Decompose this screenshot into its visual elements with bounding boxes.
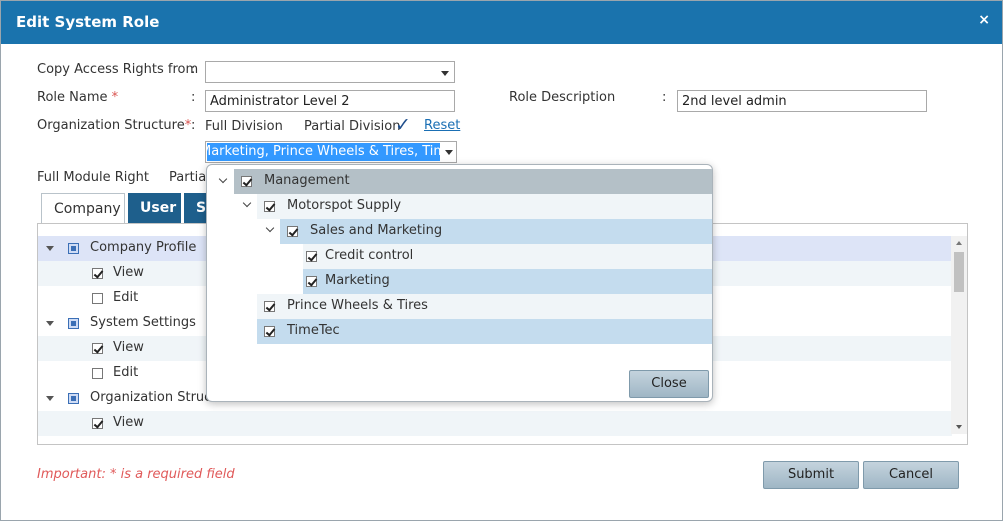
colon: : xyxy=(662,90,667,105)
tree-row[interactable]: View xyxy=(38,411,952,436)
close-button[interactable]: Close xyxy=(629,370,709,398)
org-checkbox[interactable] xyxy=(264,201,275,212)
copy-access-select[interactable] xyxy=(205,61,455,83)
scroll-up-icon[interactable] xyxy=(956,241,962,245)
tree-leaf-label: View xyxy=(113,415,144,430)
role-description-input[interactable]: 2nd level admin xyxy=(677,90,927,112)
required-mark: * xyxy=(111,90,119,105)
chevron-down-icon[interactable] xyxy=(265,223,275,233)
rights-scrollbar[interactable] xyxy=(951,236,967,434)
partial-module-option[interactable]: Partial xyxy=(169,170,210,185)
org-checkbox[interactable] xyxy=(264,326,275,337)
colon: : xyxy=(191,90,196,105)
tree-leaf-label: View xyxy=(113,340,144,355)
tree-node-label: Company Profile xyxy=(90,240,197,255)
chevron-down-icon xyxy=(441,71,449,76)
chevron-down-icon[interactable] xyxy=(218,174,228,184)
org-node-label: Marketing xyxy=(325,273,390,288)
org-tree-row[interactable]: Management xyxy=(234,169,712,194)
org-structure-label-text: Organization Structure xyxy=(37,118,185,133)
cancel-button[interactable]: Cancel xyxy=(863,461,959,489)
role-name-label: Role Name * xyxy=(37,90,118,105)
org-tree-row[interactable]: Sales and Marketing xyxy=(280,219,712,244)
org-checkbox[interactable] xyxy=(241,176,252,187)
colon: : xyxy=(191,118,196,133)
dialog-titlebar: Edit System Role × xyxy=(1,1,1002,44)
reset-link[interactable]: Reset xyxy=(424,118,460,133)
org-tree-row[interactable]: Marketing xyxy=(303,269,712,294)
copy-access-label: Copy Access Rights from xyxy=(37,62,199,77)
org-selected-text-value: Marketing, Prince Wheels & Tires, TimeTe… xyxy=(207,144,440,159)
role-description-label: Role Description xyxy=(509,90,616,105)
view-checkbox[interactable] xyxy=(92,343,103,354)
dialog-title: Edit System Role xyxy=(16,13,160,31)
org-tree-row[interactable]: Prince Wheels & Tires xyxy=(257,294,712,319)
scroll-down-icon[interactable] xyxy=(956,425,962,429)
tree-leaf-label: Edit xyxy=(113,365,139,380)
org-structure-label: Organization Structure* xyxy=(37,118,191,133)
org-tree-row[interactable]: TimeTec xyxy=(257,319,712,344)
org-checkbox[interactable] xyxy=(306,251,317,262)
submit-button[interactable]: Submit xyxy=(763,461,859,489)
org-structure-popup: Management Motorspot Supply Sales and Ma… xyxy=(206,164,713,402)
role-name-label-text: Role Name xyxy=(37,90,108,105)
tree-leaf-label: View xyxy=(113,265,144,280)
required-field-note: Important: * is a required field xyxy=(37,467,235,482)
view-checkbox[interactable] xyxy=(92,268,103,279)
tree-node-label: Organization Structu xyxy=(90,390,225,405)
org-node-label: Sales and Marketing xyxy=(310,223,443,238)
org-node-label: Credit control xyxy=(325,248,414,263)
org-tree-row[interactable]: Credit control xyxy=(303,244,712,269)
checkmark-icon: ✓ xyxy=(395,114,411,136)
folder-node-icon xyxy=(68,243,79,254)
expand-icon[interactable] xyxy=(46,321,54,326)
expand-icon[interactable] xyxy=(46,396,54,401)
folder-node-icon xyxy=(68,318,79,329)
colon: : xyxy=(191,62,196,77)
edit-system-role-dialog: Edit System Role × Copy Access Rights fr… xyxy=(0,0,1003,521)
org-selected-text: Marketing, Prince Wheels & Tires, TimeTe… xyxy=(207,143,440,161)
tree-node-label: System Settings xyxy=(90,315,196,330)
tree-leaf-label: Edit xyxy=(113,290,139,305)
chevron-down-icon[interactable] xyxy=(242,198,252,208)
tab-user[interactable]: User xyxy=(128,193,181,223)
org-node-label: TimeTec xyxy=(287,323,340,338)
org-checkbox[interactable] xyxy=(287,226,298,237)
folder-node-icon xyxy=(68,393,79,404)
close-icon[interactable]: × xyxy=(978,12,990,28)
tab-company[interactable]: Company xyxy=(41,193,125,223)
expand-icon[interactable] xyxy=(46,246,54,251)
org-checkbox[interactable] xyxy=(264,301,275,312)
full-division-option[interactable]: Full Division xyxy=(205,119,283,134)
edit-checkbox[interactable] xyxy=(92,293,103,304)
scroll-thumb[interactable] xyxy=(954,252,964,292)
org-checkbox[interactable] xyxy=(306,276,317,287)
org-node-label: Management xyxy=(264,173,350,188)
org-tree-row[interactable]: Motorspot Supply xyxy=(257,194,712,219)
full-module-right-label: Full Module Right xyxy=(37,170,149,185)
partial-division-option[interactable]: Partial Division xyxy=(304,119,401,134)
org-node-label: Prince Wheels & Tires xyxy=(287,298,428,313)
org-node-label: Motorspot Supply xyxy=(287,198,402,213)
view-checkbox[interactable] xyxy=(92,418,103,429)
edit-checkbox[interactable] xyxy=(92,368,103,379)
chevron-down-icon xyxy=(445,150,453,155)
role-name-input[interactable]: Administrator Level 2 xyxy=(205,90,455,112)
